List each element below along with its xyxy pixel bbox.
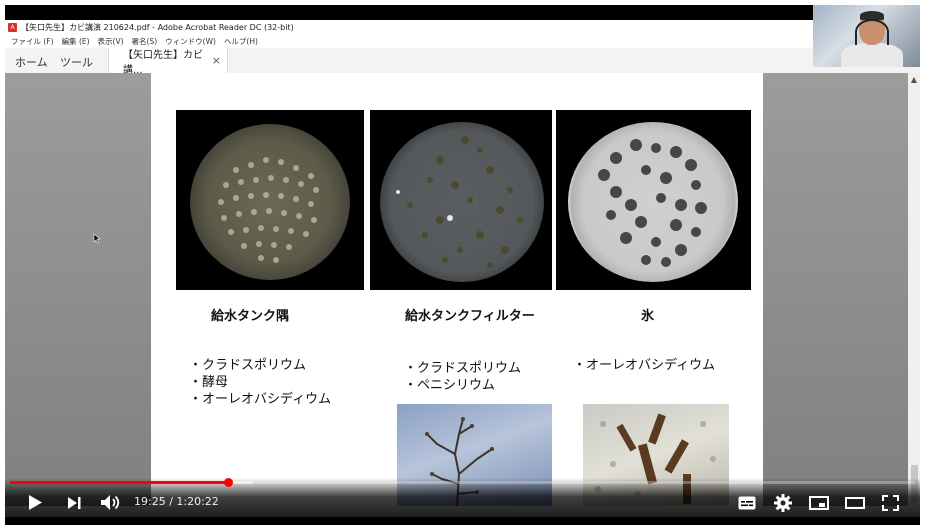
petri-dish-photo-tank-filter [370,110,552,290]
menu-view[interactable]: 表示(V) [98,36,124,47]
headset-icon [855,19,889,45]
menu-file[interactable]: ファイル (F) [11,36,54,47]
petri-dish-photo-tank-corner [176,110,364,290]
species-item: ・ペニシリウム [404,378,496,393]
next-icon[interactable] [66,496,82,510]
vertical-scrollbar[interactable]: ▲ [908,73,920,506]
close-tab-icon[interactable]: × [212,54,221,67]
species-list-tank-filter: ・クラドスポリウム ・ペニシリウム [404,360,521,394]
species-item: ・オーレオバシディウム [189,392,332,407]
tab-bar: ホーム ツール 【矢口先生】カビ講... × ? [5,48,920,76]
species-list-ice: ・オーレオバシディウム [573,357,715,374]
play-icon[interactable] [27,494,43,511]
menu-edit[interactable]: 編集 (E) [62,36,90,47]
window-title: 【矢口先生】カビ講演 210624.pdf - Adobe Acrobat Re… [21,23,294,32]
tab-home[interactable]: ホーム [15,54,48,70]
mouse-cursor-icon [93,233,101,244]
scroll-up-arrow-icon[interactable]: ▲ [908,75,920,84]
volume-icon[interactable] [100,494,122,511]
species-item: ・酵母 [189,375,229,390]
caption-tank-corner: 給水タンク隅 [211,309,290,324]
top-black-strip [5,5,920,20]
menu-help[interactable]: ヘルプ(H) [224,36,258,47]
subtitles-icon[interactable] [738,496,756,510]
species-item: ・クラドスポリウム [189,358,307,373]
miniplayer-icon[interactable] [809,496,829,510]
acrobat-pdf-icon: A [8,23,17,32]
bottom-black-strip [5,517,920,525]
tab-document[interactable]: 【矢口先生】カビ講... × [108,48,228,76]
caption-ice: 氷 [641,309,655,324]
caption-tank-filter: 給水タンクフィルター [405,309,535,324]
theater-icon[interactable] [845,497,865,509]
fullscreen-icon[interactable] [882,495,899,511]
species-list-tank-corner: ・クラドスポリウム ・酵母 ・オーレオバシディウム [189,357,331,408]
petri-dish-photo-ice [556,110,751,290]
species-item: ・クラドスポリウム [404,361,522,376]
species-item: ・オーレオバシディウム [573,358,716,373]
webcam-overlay [813,5,920,67]
speaker-shoulders [841,43,903,67]
progress-played[interactable] [10,481,229,484]
tab-document-label: 【矢口先生】カビ講... [123,49,203,76]
time-display: 19:25 / 1:20:22 [134,495,219,508]
window-titlebar: A 【矢口先生】カビ講演 210624.pdf - Adobe Acrobat … [5,20,813,35]
progress-scrubber-handle[interactable] [224,478,234,487]
settings-icon[interactable] [774,494,792,512]
tab-tools[interactable]: ツール [60,54,93,70]
